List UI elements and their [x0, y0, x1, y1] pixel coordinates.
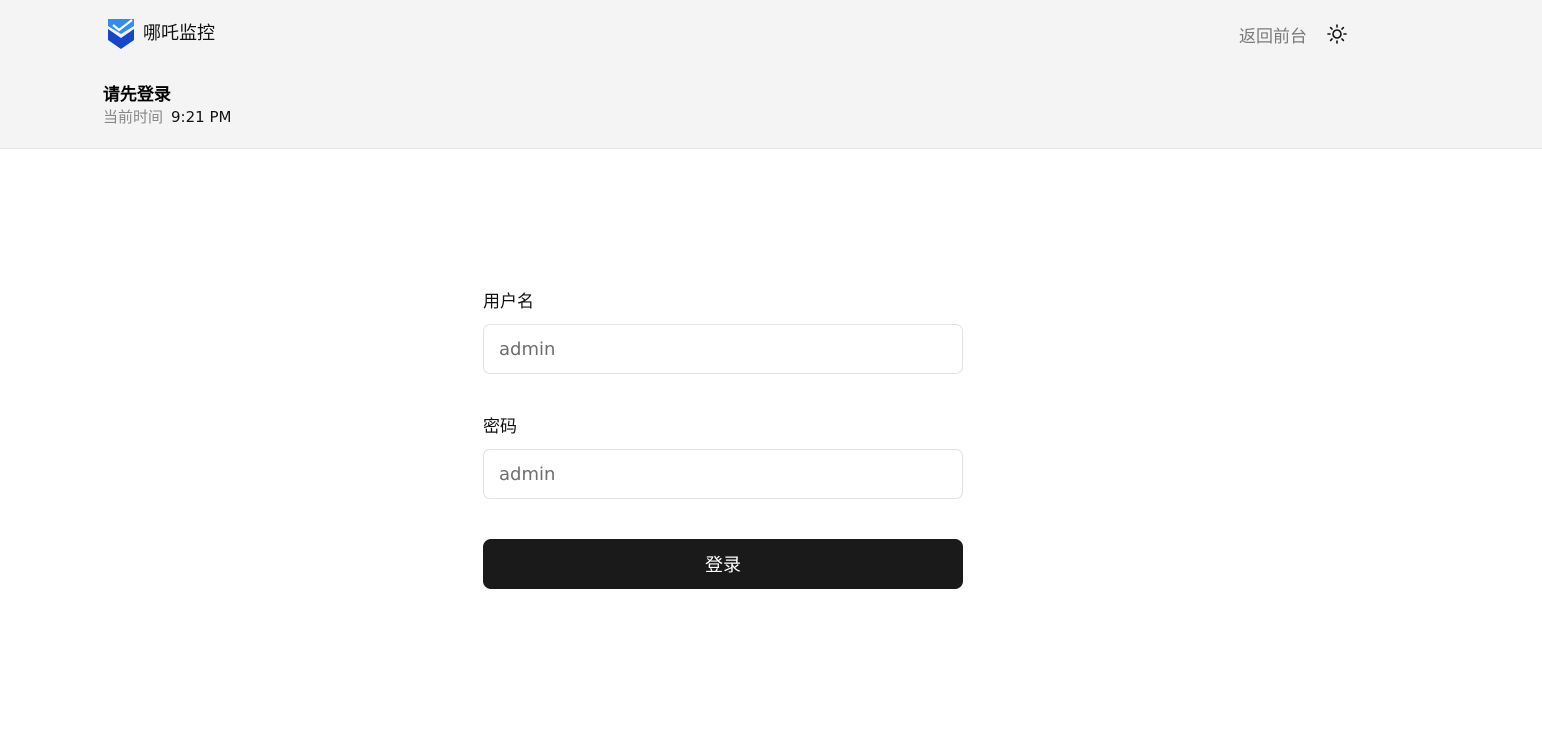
header-actions: 返回前台: [1239, 20, 1349, 48]
current-time-label: 当前时间: [103, 108, 164, 126]
shield-check-logo-icon: [108, 19, 134, 49]
brand[interactable]: 哪吒监控: [107, 18, 215, 50]
username-field-group: 用户名: [483, 290, 963, 374]
password-label: 密码: [483, 417, 517, 437]
back-to-frontend-link[interactable]: 返回前台: [1239, 22, 1307, 47]
current-time-row: 当前时间 9:21 PM: [103, 106, 231, 127]
password-input[interactable]: [483, 449, 963, 499]
login-button[interactable]: 登录: [483, 539, 963, 589]
current-time-value: 9:21 PM: [171, 108, 232, 126]
top-header: 哪吒监控 返回前台 请先登录 当前时间 9:21 PM: [0, 0, 1542, 149]
username-label: 用户名: [483, 292, 534, 312]
password-field-group: 密码: [483, 415, 963, 499]
brand-name: 哪吒监控: [143, 23, 215, 44]
login-form: 用户名 密码 登录: [483, 290, 963, 589]
username-input[interactable]: [483, 324, 963, 374]
theme-toggle-button[interactable]: [1325, 22, 1349, 46]
login-prompt-title: 请先登录: [103, 85, 171, 105]
sun-icon: [1327, 24, 1347, 44]
